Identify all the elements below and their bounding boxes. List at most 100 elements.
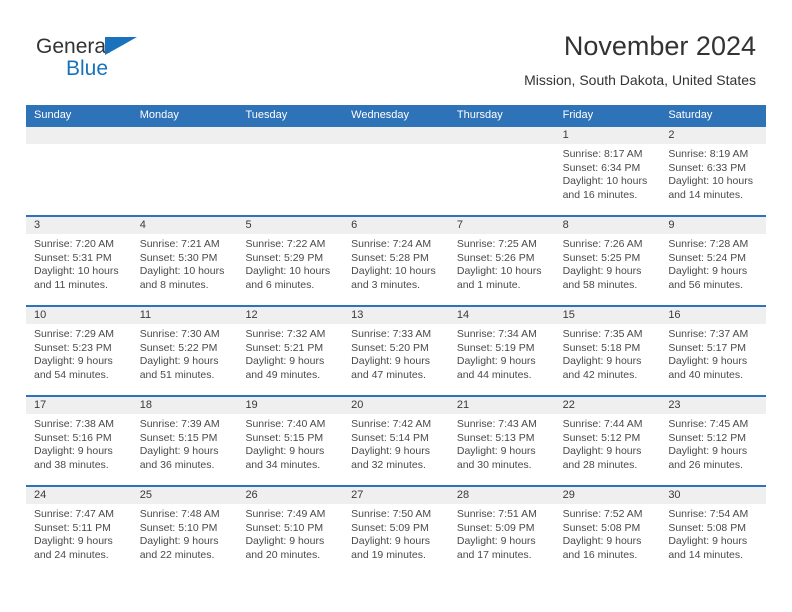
calendar-week-row: 1 Sunrise: 8:17 AM Sunset: 6:34 PM Dayli…: [26, 125, 767, 215]
day-cell: 6 Sunrise: 7:24 AM Sunset: 5:28 PM Dayli…: [343, 215, 449, 305]
day-number: 1: [554, 127, 661, 144]
daylight-text-line1: Daylight: 9 hours: [668, 265, 748, 278]
daylight-text-line2: and 17 minutes.: [456, 548, 532, 561]
daylight-text-line1: Daylight: 10 hours: [34, 265, 119, 278]
day-details: Sunrise: 7:47 AM Sunset: 5:11 PM Dayligh…: [26, 504, 132, 562]
daylight-text-line2: and 22 minutes.: [139, 548, 215, 561]
daylight-text-line2: and 1 minute.: [456, 278, 521, 291]
day-cell: 8 Sunrise: 7:26 AM Sunset: 5:25 PM Dayli…: [554, 215, 661, 305]
daylight-text-line2: and 38 minutes.: [34, 458, 109, 471]
sunrise-text: Sunrise: 7:48 AM: [139, 508, 220, 520]
daylight-text-line2: and 20 minutes.: [245, 548, 321, 561]
page-title: November 2024: [563, 31, 756, 61]
daylight-text-line2: and 44 minutes.: [456, 368, 532, 381]
day-cell: 24 Sunrise: 7:47 AM Sunset: 5:11 PM Dayl…: [26, 485, 132, 575]
sunrise-text: Sunrise: 7:28 AM: [668, 238, 749, 250]
day-details: Sunrise: 7:44 AM Sunset: 5:12 PM Dayligh…: [555, 414, 661, 472]
day-number: 9: [660, 217, 767, 234]
day-details: Sunrise: 7:25 AM Sunset: 5:26 PM Dayligh…: [449, 234, 555, 292]
daylight-text-line1: Daylight: 9 hours: [34, 355, 113, 368]
general-blue-logo[interactable]: General Blue: [36, 36, 216, 82]
sunset-text: Sunset: 5:15 PM: [139, 431, 218, 444]
daylight-text-line1: Daylight: 9 hours: [139, 355, 219, 368]
day-cell: 14 Sunrise: 7:34 AM Sunset: 5:19 PM Dayl…: [448, 305, 555, 395]
daylight-text-line2: and 6 minutes.: [245, 278, 315, 291]
weekday-saturday: Saturday: [668, 109, 713, 121]
day-cell: 11 Sunrise: 7:30 AM Sunset: 5:22 PM Dayl…: [131, 305, 238, 395]
day-number: 19: [237, 397, 344, 414]
day-number: 13: [343, 307, 449, 324]
daylight-text-line1: Daylight: 9 hours: [245, 355, 325, 368]
daylight-text-line1: Daylight: 9 hours: [34, 445, 113, 458]
day-number: 7: [448, 217, 555, 234]
day-details: Sunrise: 7:29 AM Sunset: 5:23 PM Dayligh…: [26, 324, 132, 382]
day-number: [26, 127, 132, 144]
sunset-text: Sunset: 5:08 PM: [562, 521, 641, 534]
sunset-text: Sunset: 5:19 PM: [456, 341, 535, 354]
weekday-wednesday: Wednesday: [351, 109, 410, 121]
day-details: Sunrise: 7:22 AM Sunset: 5:29 PM Dayligh…: [237, 234, 343, 292]
day-cell: 2 Sunrise: 8:19 AM Sunset: 6:33 PM Dayli…: [660, 125, 767, 215]
daylight-text-line1: Daylight: 10 hours: [139, 265, 225, 278]
sunset-text: Sunset: 5:10 PM: [245, 521, 324, 534]
day-details: Sunrise: 7:30 AM Sunset: 5:22 PM Dayligh…: [132, 324, 238, 382]
day-number: 16: [660, 307, 767, 324]
daylight-text-line2: and 19 minutes.: [351, 548, 426, 561]
day-number: 28: [448, 487, 555, 504]
weekday-monday: Monday: [139, 109, 179, 121]
day-details: Sunrise: 7:50 AM Sunset: 5:09 PM Dayligh…: [343, 504, 449, 562]
day-cell: 15 Sunrise: 7:35 AM Sunset: 5:18 PM Dayl…: [554, 305, 661, 395]
day-number: 18: [131, 397, 238, 414]
sunset-text: Sunset: 5:22 PM: [139, 341, 218, 354]
day-details: Sunrise: 7:54 AM Sunset: 5:08 PM Dayligh…: [660, 504, 766, 562]
day-details: Sunrise: 7:37 AM Sunset: 5:17 PM Dayligh…: [660, 324, 766, 382]
calendar-week-row: 17 Sunrise: 7:38 AM Sunset: 5:16 PM Dayl…: [26, 395, 767, 485]
page-header: General Blue November 2024 Mission, Sout…: [0, 0, 792, 87]
day-cell: 23 Sunrise: 7:45 AM Sunset: 5:12 PM Dayl…: [660, 395, 767, 485]
daylight-text-line1: Daylight: 10 hours: [562, 175, 648, 188]
day-cell: 29 Sunrise: 7:52 AM Sunset: 5:08 PM Dayl…: [554, 485, 661, 575]
sunset-text: Sunset: 5:09 PM: [456, 521, 535, 534]
sunset-text: Sunset: 5:25 PM: [562, 251, 641, 264]
daylight-text-line2: and 58 minutes.: [562, 278, 638, 291]
sunrise-text: Sunrise: 7:52 AM: [562, 508, 643, 520]
sunset-text: Sunset: 5:30 PM: [139, 251, 218, 264]
sunrise-text: Sunrise: 7:20 AM: [34, 238, 114, 250]
daylight-text-line1: Daylight: 9 hours: [562, 355, 642, 368]
day-number: 12: [237, 307, 344, 324]
day-cell: [26, 125, 132, 215]
day-cell: 30 Sunrise: 7:54 AM Sunset: 5:08 PM Dayl…: [660, 485, 767, 575]
day-details: Sunrise: 7:35 AM Sunset: 5:18 PM Dayligh…: [555, 324, 661, 382]
sunrise-text: Sunrise: 7:49 AM: [245, 508, 326, 520]
daylight-text-line1: Daylight: 9 hours: [351, 445, 430, 458]
day-details: Sunrise: 7:28 AM Sunset: 5:24 PM Dayligh…: [660, 234, 766, 292]
day-cell: 16 Sunrise: 7:37 AM Sunset: 5:17 PM Dayl…: [660, 305, 767, 395]
day-details: Sunrise: 7:39 AM Sunset: 5:15 PM Dayligh…: [132, 414, 238, 472]
daylight-text-line2: and 14 minutes.: [668, 188, 744, 201]
day-cell: [237, 125, 344, 215]
daylight-text-line1: Daylight: 9 hours: [139, 445, 219, 458]
day-number: [343, 127, 449, 144]
daylight-text-line2: and 51 minutes.: [139, 368, 215, 381]
sunrise-text: Sunrise: 7:25 AM: [456, 238, 537, 250]
day-details: Sunrise: 7:38 AM Sunset: 5:16 PM Dayligh…: [26, 414, 132, 472]
sunrise-text: Sunrise: 7:22 AM: [245, 238, 326, 250]
day-details: [237, 144, 343, 148]
day-number: 6: [343, 217, 449, 234]
daylight-text-line2: and 56 minutes.: [668, 278, 744, 291]
daylight-text-line1: Daylight: 10 hours: [245, 265, 331, 278]
day-number: 27: [343, 487, 449, 504]
day-cell: 20 Sunrise: 7:42 AM Sunset: 5:14 PM Dayl…: [343, 395, 449, 485]
sunrise-text: Sunrise: 7:51 AM: [456, 508, 537, 520]
day-cell: 10 Sunrise: 7:29 AM Sunset: 5:23 PM Dayl…: [26, 305, 132, 395]
day-details: Sunrise: 7:45 AM Sunset: 5:12 PM Dayligh…: [660, 414, 766, 472]
sunrise-text: Sunrise: 7:24 AM: [351, 238, 432, 250]
daylight-text-line2: and 11 minutes.: [34, 278, 108, 291]
day-number: 8: [554, 217, 661, 234]
weekday-tuesday: Tuesday: [245, 109, 288, 121]
sunset-text: Sunset: 5:28 PM: [351, 251, 429, 264]
day-number: 3: [26, 217, 132, 234]
daylight-text-line2: and 34 minutes.: [245, 458, 321, 471]
daylight-text-line2: and 24 minutes.: [34, 548, 109, 561]
triangle-icon: [105, 37, 137, 55]
